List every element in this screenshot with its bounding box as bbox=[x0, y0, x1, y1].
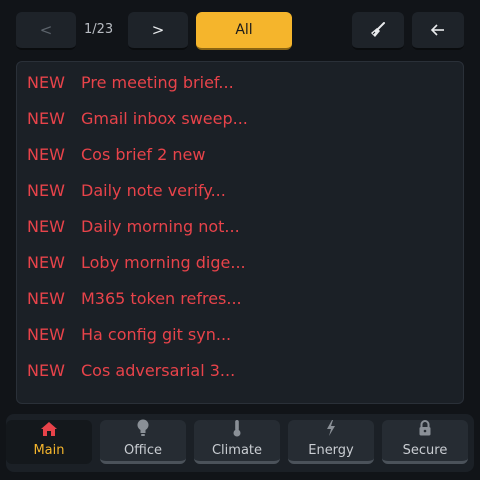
tab-label: Main bbox=[33, 443, 65, 458]
item-title: Cos adversarial 3... bbox=[81, 360, 236, 380]
list-item[interactable]: NEW Ha config git syn... bbox=[17, 316, 463, 352]
new-tag: NEW bbox=[27, 252, 65, 272]
new-tag: NEW bbox=[27, 144, 65, 164]
new-tag: NEW bbox=[27, 288, 65, 308]
list-item[interactable]: NEW Daily morning not... bbox=[17, 208, 463, 244]
tab-label: Energy bbox=[308, 443, 354, 458]
tab-main[interactable]: Main bbox=[6, 420, 92, 464]
list-item[interactable]: NEW Gmail inbox sweep... bbox=[17, 100, 463, 136]
new-tag: NEW bbox=[27, 360, 65, 380]
tab-label: Office bbox=[124, 443, 162, 458]
tab-energy[interactable]: Energy bbox=[288, 420, 374, 464]
new-tag: NEW bbox=[27, 108, 65, 128]
lock-icon bbox=[418, 419, 432, 437]
new-tag: NEW bbox=[27, 216, 65, 236]
tab-secure[interactable]: Secure bbox=[382, 420, 468, 464]
tab-label: Climate bbox=[211, 443, 263, 458]
next-button[interactable]: > bbox=[128, 12, 188, 50]
back-button[interactable] bbox=[412, 12, 464, 50]
new-tag: NEW bbox=[27, 180, 65, 200]
tab-label: Secure bbox=[402, 443, 448, 458]
thermometer-icon bbox=[232, 419, 242, 437]
page-counter: 1/23 bbox=[84, 22, 114, 37]
broom-icon bbox=[371, 22, 385, 37]
home-icon bbox=[40, 420, 58, 437]
clear-button[interactable] bbox=[352, 12, 404, 50]
list-item[interactable]: NEW Loby morning dige... bbox=[17, 244, 463, 280]
new-tag: NEW bbox=[27, 324, 65, 344]
all-label: All bbox=[235, 22, 253, 38]
lightbulb-icon bbox=[136, 419, 150, 437]
item-title: Gmail inbox sweep... bbox=[81, 108, 248, 128]
item-title: Cos brief 2 new bbox=[81, 144, 206, 164]
list-item[interactable]: NEW Daily note verify... bbox=[17, 172, 463, 208]
item-title: Loby morning dige... bbox=[81, 252, 246, 272]
item-title: Daily morning not... bbox=[81, 216, 240, 236]
list-item[interactable]: NEW Pre meeting brief... bbox=[17, 64, 463, 100]
item-title: Ha config git syn... bbox=[81, 324, 232, 344]
prev-button[interactable]: < bbox=[16, 12, 76, 50]
list-item[interactable]: NEW M365 token refres... bbox=[17, 280, 463, 316]
item-title: Pre meeting brief... bbox=[81, 72, 234, 92]
item-title: M365 token refres... bbox=[81, 288, 242, 308]
prev-label: < bbox=[39, 21, 53, 39]
item-title: Daily note verify... bbox=[81, 180, 226, 200]
item-list: NEW Pre meeting brief... NEW Gmail inbox s… bbox=[16, 61, 464, 404]
lightning-icon bbox=[325, 419, 337, 437]
next-label: > bbox=[151, 21, 165, 39]
list-item[interactable]: NEW Cos adversarial 3... bbox=[17, 352, 463, 388]
app-root: < 1/23 > All NEW Pre meeting brief... NEW… bbox=[0, 0, 480, 480]
arrow-left-icon bbox=[430, 24, 444, 36]
bottom-nav: Main Office Climate Energy Secure bbox=[6, 414, 474, 472]
tab-climate[interactable]: Climate bbox=[194, 420, 280, 464]
all-filter-button[interactable]: All bbox=[196, 12, 292, 50]
list-item[interactable]: NEW Cos brief 2 new bbox=[17, 136, 463, 172]
tab-office[interactable]: Office bbox=[100, 419, 186, 464]
new-tag: NEW bbox=[27, 72, 65, 92]
